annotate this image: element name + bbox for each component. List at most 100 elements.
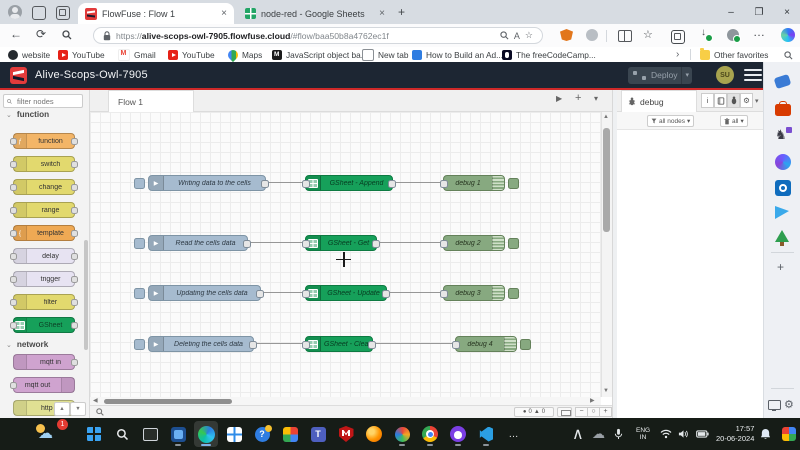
shopping-tag-icon[interactable] (774, 74, 792, 89)
palette-node-change[interactable]: change (13, 179, 75, 195)
scroll-up-icon[interactable]: ▲ (603, 114, 609, 120)
bookmark-website[interactable]: website (8, 48, 50, 61)
weather-widget[interactable]: ☁ 1 (30, 421, 72, 447)
input-port[interactable] (440, 240, 448, 248)
inject-button[interactable] (134, 339, 145, 350)
bookmarks-search-icon[interactable] (784, 49, 793, 62)
battery-icon[interactable] (696, 418, 709, 450)
help-tab-button[interactable] (714, 93, 727, 108)
firefox-icon[interactable] (362, 421, 386, 447)
send-plane-icon[interactable] (775, 206, 789, 219)
palette-scrollbar[interactable] (84, 240, 88, 350)
microsoft-365-icon[interactable] (775, 154, 791, 170)
navigator-map-button[interactable] (557, 407, 572, 417)
gsheet-get-node[interactable]: GSheet - Get (305, 235, 377, 251)
palette-node-switch[interactable]: switch (13, 156, 75, 172)
output-port[interactable] (256, 290, 264, 298)
onedrive-cloud-icon[interactable]: ☁ (592, 418, 605, 450)
microsoft-store-icon[interactable] (222, 421, 246, 447)
get-help-icon[interactable]: ? (250, 421, 274, 447)
extension-icon[interactable] (586, 29, 598, 41)
gsheet-append-node[interactable]: GSheet - Append (305, 175, 393, 191)
gsheet-clear-node[interactable]: GSheet - Clear (305, 336, 373, 352)
inject-node-updating[interactable]: ▶ Updating the cells data (148, 285, 261, 301)
input-port[interactable] (302, 290, 310, 298)
address-bar[interactable]: https://alive-scops-owl-7905.flowfuse.cl… (93, 27, 543, 44)
bookmark-gmail[interactable]: Gmail (118, 48, 156, 61)
tab-search-icon[interactable] (32, 6, 46, 20)
canvas-vertical-scroll-thumb[interactable] (603, 128, 610, 232)
palette-node-trigger[interactable]: trigger (13, 271, 75, 287)
favorite-star-icon[interactable]: ☆ (525, 30, 533, 41)
sidebar-settings-icon[interactable]: ⚙ (784, 398, 794, 411)
debug-toggle-button[interactable] (508, 238, 519, 249)
bookmark-youtube[interactable]: YouTube (58, 48, 105, 61)
bookmarks-overflow-chevron[interactable]: › (676, 48, 679, 61)
palette-node-template[interactable]: { template (13, 225, 75, 241)
microphone-icon[interactable] (614, 418, 623, 450)
flow-canvas[interactable] (90, 112, 601, 397)
info-tab-button[interactable]: i (701, 93, 714, 108)
taskbar-search-icon[interactable] (110, 421, 134, 447)
output-port[interactable] (368, 341, 376, 349)
other-favorites-folder[interactable]: Other favorites (700, 48, 768, 61)
debug-tab-button[interactable] (727, 93, 740, 108)
output-port[interactable] (382, 290, 390, 298)
debug-toggle-button[interactable] (508, 288, 519, 299)
palette-search[interactable] (3, 94, 83, 108)
mcafee-icon[interactable] (334, 421, 358, 447)
output-port[interactable] (243, 240, 251, 248)
close-icon[interactable]: × (221, 9, 227, 19)
edge-icon[interactable] (194, 421, 218, 447)
bookmark-freecodecamp[interactable]: The freeCodeCamp... (502, 48, 596, 61)
output-port[interactable] (372, 240, 380, 248)
canvas-horizontal-scroll-thumb[interactable] (104, 399, 232, 404)
customize-sidebar-icon[interactable] (768, 400, 781, 410)
taskbar-overflow-icon[interactable]: … (502, 421, 526, 447)
inject-button[interactable] (134, 238, 145, 249)
flow-list-caret[interactable]: ▾ (594, 94, 598, 103)
window-restore-button[interactable]: ❐ (746, 0, 772, 24)
back-button[interactable]: ← (10, 27, 22, 41)
workspace-tab-flow1[interactable]: Flow 1 (108, 90, 194, 112)
debug-node-3[interactable]: debug 3 (443, 285, 505, 301)
palette-category-network[interactable]: ⌄ network (6, 340, 48, 349)
github-desktop-icon[interactable] (446, 421, 470, 447)
read-aloud-icon[interactable]: A (514, 31, 520, 41)
palette-node-mqtt-in[interactable]: mqtt in (13, 354, 75, 370)
input-port[interactable] (302, 341, 310, 349)
debug-node-1[interactable]: debug 1 (443, 175, 505, 191)
bookmark-how-to-build[interactable]: How to Build an Ad... (412, 48, 503, 61)
notification-bell-icon[interactable] (760, 418, 771, 450)
debug-toggle-button[interactable] (508, 178, 519, 189)
start-button[interactable] (82, 421, 106, 447)
new-tab-button[interactable]: + (398, 5, 405, 19)
scroll-down-icon[interactable]: ▼ (603, 388, 609, 394)
inject-node-writing[interactable]: ▶ Writing data to the cells (148, 175, 266, 191)
tray-chevron-icon[interactable]: ∧ (572, 418, 584, 450)
debug-node-4[interactable]: debug 4 (455, 336, 517, 352)
deploy-options-caret[interactable]: ▾ (681, 67, 692, 84)
browser-tab-flowfuse[interactable]: FlowFuse : Flow 1 × (78, 3, 234, 24)
volume-icon[interactable] (678, 418, 689, 450)
palette-expand-all-button[interactable]: ▼ (70, 402, 86, 416)
palette-category-function[interactable]: ⌄ function (6, 110, 49, 119)
output-port[interactable] (249, 341, 257, 349)
gsheet-update-node[interactable]: GSheet - Update (305, 285, 387, 301)
teams-icon[interactable]: T (306, 421, 330, 447)
config-tab-button[interactable]: ⚙ (740, 93, 753, 108)
input-port[interactable] (302, 180, 310, 188)
add-flow-button[interactable]: + (575, 92, 581, 104)
flow-status-badge[interactable]: ● 0 ▲ 0 (514, 407, 554, 417)
inject-node-deleting[interactable]: ▶ Deleting the cells data (148, 336, 254, 352)
inject-button[interactable] (134, 288, 145, 299)
palette-node-range[interactable]: range (13, 202, 75, 218)
palette-node-gsheet[interactable]: GSheet (13, 317, 75, 333)
canvas-search-icon[interactable] (96, 408, 104, 416)
task-view-icon[interactable] (138, 421, 162, 447)
zoom-page-icon[interactable] (500, 31, 509, 40)
bookmark-maps[interactable]: Maps (228, 48, 262, 61)
inject-button[interactable] (134, 178, 145, 189)
google-workspace-icon[interactable] (278, 421, 302, 447)
palette-search-input[interactable] (15, 96, 79, 107)
